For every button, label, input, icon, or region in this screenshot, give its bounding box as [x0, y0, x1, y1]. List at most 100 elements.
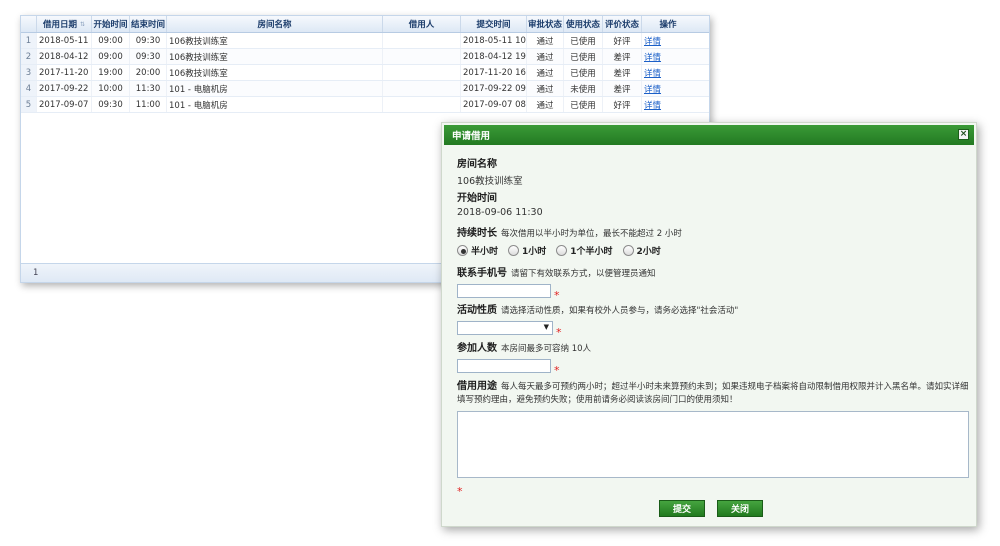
detail-link[interactable]: 详情 [644, 35, 661, 47]
detail-link[interactable]: 详情 [644, 83, 661, 95]
detail-link[interactable]: 详情 [644, 67, 661, 79]
cell-room: 106教技训练室 [167, 49, 383, 64]
page-number[interactable]: 1 [33, 268, 38, 278]
people-section: 参加人数 本房间最多可容纳 10人 * [457, 339, 591, 377]
header-evaluation[interactable]: 评价状态 [603, 16, 642, 32]
cell-usage: 已使用 [564, 49, 603, 64]
required-mark: * [457, 485, 463, 498]
radio-selected-icon[interactable] [457, 245, 468, 256]
cell-user [383, 49, 461, 64]
table-row[interactable]: 3 2017-11-20 19:00 20:00 106教技训练室 2017-1… [21, 65, 709, 81]
cell-end: 11:00 [130, 97, 167, 112]
row-number: 3 [21, 65, 37, 80]
cell-end: 20:00 [130, 65, 167, 80]
cell-submit-time: 2017-09-22 09: [461, 81, 527, 96]
purpose-hint: 每人每天最多可预约两小时；超过半小时未来算预约未到；如果违规电子档案将自动限制借… [457, 382, 969, 405]
dropdown-arrow-icon[interactable]: ▼ [544, 323, 549, 331]
cell-evaluation: 好评 [603, 33, 642, 48]
table-row[interactable]: 5 2017-09-07 09:30 11:00 101 - 电脑机房 2017… [21, 97, 709, 113]
cell-user [383, 65, 461, 80]
people-label: 参加人数 [457, 343, 497, 354]
cell-evaluation: 差评 [603, 49, 642, 64]
cell-evaluation: 好评 [603, 97, 642, 112]
cell-date: 2017-09-07 [37, 97, 92, 112]
cell-usage: 已使用 [564, 97, 603, 112]
detail-link[interactable]: 详情 [644, 51, 661, 63]
start-time-value: 2018-09-06 11:30 [457, 207, 543, 218]
radio-icon[interactable] [556, 245, 568, 256]
header-room[interactable]: 房间名称 [167, 16, 383, 32]
room-label: 房间名称 [457, 159, 497, 170]
apply-booking-dialog: 申请借用 × 房间名称 106教技训练室 开始时间 2018-09-06 11:… [441, 122, 977, 527]
header-row-number [21, 16, 37, 32]
table-row[interactable]: 2 2018-04-12 09:00 09:30 106教技训练室 2018-0… [21, 49, 709, 65]
radio-1-hour[interactable]: 1小时 [508, 244, 546, 257]
cell-approval: 通过 [527, 33, 564, 48]
header-approval[interactable]: 审批状态 [527, 16, 564, 32]
duration-hint: 每次借用以半小时为单位，最长不能超过 2 小时 [501, 229, 682, 239]
dialog-title-bar[interactable]: 申请借用 × [444, 125, 974, 145]
header-start[interactable]: 开始时间 [92, 16, 130, 32]
cell-date: 2018-04-12 [37, 49, 92, 64]
cell-approval: 通过 [527, 65, 564, 80]
duration-radio-group: 半小时 1小时 1个半小时 2小时 [457, 244, 682, 257]
header-operation: 操作 [659, 20, 677, 30]
radio-icon[interactable] [622, 245, 634, 256]
cell-usage: 已使用 [564, 65, 603, 80]
close-button[interactable]: 关闭 [717, 500, 763, 517]
activity-select[interactable]: ▼ [457, 321, 553, 335]
cell-approval: 通过 [527, 81, 564, 96]
radio-2-hour[interactable]: 2小时 [622, 244, 661, 257]
radio-label: 1小时 [522, 247, 547, 257]
cell-date: 2017-11-20 [37, 65, 92, 80]
cell-approval: 通过 [527, 49, 564, 64]
activity-hint: 请选择活动性质，如果有校外人员参与，请务必选择"社会活动" [501, 306, 739, 316]
phone-input[interactable] [457, 284, 551, 298]
required-mark: * [556, 326, 562, 339]
close-icon[interactable]: × [958, 129, 969, 140]
row-number: 5 [21, 97, 37, 112]
cell-submit-time: 2018-04-12 19: [461, 49, 527, 64]
start-time-label: 开始时间 [457, 193, 497, 204]
sort-icon[interactable]: ⇅ [80, 21, 85, 28]
detail-link[interactable]: 详情 [644, 99, 661, 111]
cell-room: 101 - 电脑机房 [167, 81, 383, 96]
duration-label: 持续时长 [457, 228, 497, 239]
cell-user [383, 97, 461, 112]
cell-evaluation: 差评 [603, 81, 642, 96]
cell-user [383, 81, 461, 96]
submit-button[interactable]: 提交 [659, 500, 705, 517]
people-input[interactable] [457, 359, 551, 373]
header-user[interactable]: 借用人 [383, 16, 461, 32]
cell-start: 10:00 [92, 81, 130, 96]
phone-hint: 请留下有效联系方式，以便管理员通知 [511, 269, 656, 279]
cell-room: 106教技训练室 [167, 65, 383, 80]
radio-icon[interactable] [508, 245, 520, 256]
grid-body: 1 2018-05-11 09:00 09:30 106教技训练室 2018-0… [21, 33, 709, 113]
cell-submit-time: 2017-11-20 16: [461, 65, 527, 80]
start-time-section: 开始时间 2018-09-06 11:30 [457, 189, 543, 218]
table-row[interactable]: 1 2018-05-11 09:00 09:30 106教技训练室 2018-0… [21, 33, 709, 49]
purpose-label: 借用用途 [457, 381, 497, 392]
radio-1-5-hour[interactable]: 1个半小时 [556, 244, 613, 257]
radio-label: 半小时 [471, 247, 499, 257]
cell-user [383, 33, 461, 48]
phone-section: 联系手机号 请留下有效联系方式，以便管理员通知 * [457, 264, 656, 302]
header-end[interactable]: 结束时间 [130, 16, 167, 32]
header-submit-time[interactable]: 提交时间 [461, 16, 527, 32]
cell-room: 106教技训练室 [167, 33, 383, 48]
phone-label: 联系手机号 [457, 268, 507, 279]
dialog-title: 申请借用 [452, 131, 491, 142]
radio-label: 2小时 [636, 247, 661, 257]
header-usage[interactable]: 使用状态 [564, 16, 603, 32]
cell-room: 101 - 电脑机房 [167, 97, 383, 112]
table-row[interactable]: 4 2017-09-22 10:00 11:30 101 - 电脑机房 2017… [21, 81, 709, 97]
radio-label: 1个半小时 [570, 247, 613, 257]
radio-half-hour[interactable]: 半小时 [457, 244, 498, 257]
row-number: 4 [21, 81, 37, 96]
purpose-textarea[interactable] [457, 411, 969, 478]
purpose-section: 借用用途 每人每天最多可预约两小时；超过半小时未来算预约未到；如果违规电子档案将自… [457, 380, 969, 498]
header-date[interactable]: 借用日期 ⇅ [37, 16, 92, 32]
activity-section: 活动性质 请选择活动性质，如果有校外人员参与，请务必选择"社会活动" ▼ * [457, 301, 738, 339]
cell-usage: 已使用 [564, 33, 603, 48]
